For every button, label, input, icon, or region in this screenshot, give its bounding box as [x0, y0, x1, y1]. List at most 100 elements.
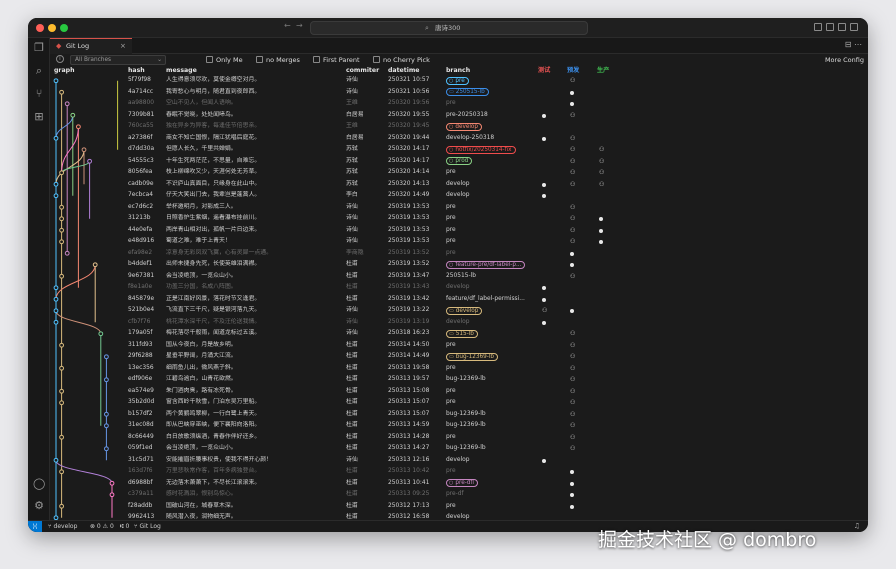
first-parent-checkbox[interactable]: First Parent [313, 55, 360, 65]
graph-commit-node[interactable] [104, 446, 109, 452]
graph-commit-node[interactable] [53, 308, 59, 314]
table-row[interactable]: 44e0efa 两岸青山相对出，孤帆一片日边来。 诗仙 250319 13:53 pre… [50, 225, 868, 237]
table-row[interactable]: 059f1ed 会当凌绝顶，一览众山小。 杜甫 250313 14:27 bug-123… [50, 443, 868, 455]
table-row[interactable]: aa98800 空山不见人，但闻人语响。 王维 250320 19:56 pre [50, 98, 868, 110]
graph-commit-node[interactable] [109, 492, 115, 498]
table-row[interactable]: 54555c3 十年生死两茫茫，不思量，自难忘。 苏轼 250320 14:17 ○ pr… [50, 156, 868, 168]
source-control-icon[interactable]: ⑂ [33, 88, 45, 100]
graph-commit-node[interactable] [76, 124, 81, 130]
command-center-search[interactable]: ⌕ 唐诗300 [310, 21, 588, 35]
toggle-panel-icon[interactable] [838, 23, 846, 31]
commit-branch[interactable]: ▭ 515-lb [446, 328, 478, 340]
table-row[interactable]: f8e1a0e 功盖三分国，名成八阵图。 杜甫 250319 13:43 develop [50, 282, 868, 294]
close-tab-icon[interactable]: × [120, 39, 126, 54]
tab-git-log[interactable]: ◆ Git Log × [50, 38, 132, 54]
graph-commit-node[interactable] [104, 411, 109, 417]
extensions-icon[interactable]: ⊞ [33, 111, 45, 123]
minimize-window-button[interactable] [48, 24, 56, 32]
commit-branch[interactable]: ▭ 250515-lb [446, 87, 489, 99]
table-row[interactable]: 8c66449 白日放歌须纵酒，青春作伴好还乡。 杜甫 250313 14:28 pre… [50, 432, 868, 444]
graph-commit-node[interactable] [59, 469, 65, 475]
graph-commit-node[interactable] [59, 388, 65, 394]
status-git-log[interactable]: ⑂ Git Log [134, 521, 161, 532]
graph-commit-node[interactable] [53, 193, 59, 199]
graph-commit-node[interactable] [104, 354, 109, 360]
commit-branch[interactable]: ○ pre [446, 75, 469, 87]
commit-branch[interactable]: ○ develop [446, 121, 483, 133]
table-row[interactable]: 5f79f98 人生得意须尽欢，莫使金樽空对月。 诗仙 250321 10:57 ○ pr… [50, 75, 868, 87]
table-row[interactable]: 9962413 随风潜入夜，润物细无声。 杜甫 250312 16:58 develop [50, 512, 868, 520]
graph-commit-node[interactable] [64, 250, 70, 256]
table-row[interactable]: 845879e 正是江南好风景，落花时节又逢君。 杜甫 250319 13:42 fea… [50, 294, 868, 306]
no-merges-checkbox[interactable]: no Merges [256, 55, 300, 65]
table-row[interactable]: 7ecbca4 仔天大笑出门去，我辈岂是蓬蒿人。 李白 250320 14:49 dev… [50, 190, 868, 202]
table-row[interactable]: 9e67381 会当凌绝顶，一览众山小。 杜甫 250319 13:47 250515-… [50, 271, 868, 283]
graph-commit-node[interactable] [87, 158, 92, 164]
graph-commit-node[interactable] [59, 434, 65, 440]
table-row[interactable]: b157df2 两个黄鹂鸣翠柳，一行白鹭上青天。 杜甫 250313 15:07 bug… [50, 409, 868, 421]
back-arrow-icon[interactable]: ← [284, 21, 291, 30]
table-row[interactable]: 8056fea 枝上柳绵吹又少，天涯何处无芳草。 苏轼 250320 14:14 pre… [50, 167, 868, 179]
graph-commit-node[interactable] [59, 503, 65, 509]
table-row[interactable]: 29f6288 星垂平野阔，月涌大江流。 杜甫 250314 14:49 ▭ bug-12… [50, 351, 868, 363]
table-row[interactable]: d7dd30a 但愿人长久，千里共婵娟。 苏轼 250320 14:17 ○ hotfix… [50, 144, 868, 156]
graph-commit-node[interactable] [53, 135, 59, 141]
commit-branch[interactable]: ▭ develop [446, 305, 483, 317]
table-row[interactable]: cadb09e 不识庐山真面目，只缘身在此山中。 苏轼 250320 14:13 dev… [50, 179, 868, 191]
graph-commit-node[interactable] [104, 377, 109, 383]
more-config-button[interactable]: More Config [825, 55, 864, 65]
graph-commit-node[interactable] [59, 216, 65, 222]
table-row[interactable]: 31c5d71 安能摧眉折腰事权贵，使我不得开心颜！ 诗仙 250313 12:16 d… [50, 455, 868, 467]
graph-commit-node[interactable] [59, 342, 65, 348]
graph-commit-node[interactable] [59, 239, 65, 245]
toggle-sidebar-icon[interactable] [826, 23, 834, 31]
copilot-icon[interactable] [814, 23, 822, 31]
table-row[interactable]: cfb7f76 桃花潭水深千尺，不及汪伦送我情。 诗仙 250319 13:19 dev… [50, 317, 868, 329]
table-row[interactable]: efa98e2 凉意身无彩凤双飞翼，心有灵犀一点通。 李商隐 250319 13:52… [50, 248, 868, 260]
graph-commit-node[interactable] [59, 227, 65, 233]
table-row[interactable]: 163d7f6 万里悲秋常作客，百年多病独登台。 杜甫 250313 10:42 pre [50, 466, 868, 478]
status-problems[interactable]: ⊗ 0 ⚠ 0 [90, 521, 114, 532]
graph-commit-node[interactable] [53, 296, 59, 302]
branch-select[interactable]: All Branches ⌄ [70, 55, 166, 65]
graph-commit-node[interactable] [59, 273, 65, 279]
graph-commit-node[interactable] [53, 181, 59, 187]
table-row[interactable]: c379a11 感时花溅泪，恨别鸟惊心。 杜甫 250313 09:25 pre-df [50, 489, 868, 501]
table-row[interactable]: f28addb 国破山河在，城春草木深。 杜甫 250312 17:13 pre [50, 501, 868, 513]
table-row[interactable]: edf906e 江碧鸟逾白，山青花欲燃。 杜甫 250313 19:57 bug-123… [50, 374, 868, 386]
table-row[interactable]: 35b2d0d 窗含西岭千秋雪，门泊东吴万里船。 杜甫 250313 15:07 pre… [50, 397, 868, 409]
table-row[interactable]: ec7d6c2 举杯邀明月，对影成三人。 诗仙 250319 13:53 pre ⚇ [50, 202, 868, 214]
remote-indicator-icon[interactable]: ⟩⟨ [28, 521, 42, 532]
table-row[interactable]: 4a714cc 我寄愁心与明月，随君直到夜郎西。 诗仙 250321 10:56 ▭ 25… [50, 87, 868, 99]
table-row[interactable]: 7309b81 春眠不觉晓，处处闻啼鸟。 白居易 250320 19:55 pre-20… [50, 110, 868, 122]
commit-branch[interactable]: ○ prod [446, 156, 473, 168]
graph-commit-node[interactable] [59, 89, 65, 95]
table-row[interactable]: e48d916 蜀道之难，难于上青天！ 诗仙 250319 13:53 pre ⚇ [50, 236, 868, 248]
table-row[interactable]: a27386f 商女不知亡国恨，隔江犹唱后庭花。 白居易 250320 19:44 de… [50, 133, 868, 145]
graph-commit-node[interactable] [70, 112, 76, 118]
notifications-bell-icon[interactable]: ♫ [854, 521, 860, 532]
search-icon[interactable]: ⌕ [33, 65, 45, 77]
graph-commit-node[interactable] [81, 147, 87, 153]
status-ports[interactable]: ⑆ 0 [120, 521, 129, 532]
commit-branch[interactable]: ○ hotfix/20250314-fix [446, 144, 516, 156]
commit-branch[interactable]: ○ feature-pre/df-label-p... [446, 259, 526, 271]
graph-commit-node[interactable] [59, 204, 65, 210]
status-branch[interactable]: ⑂ develop [48, 521, 77, 532]
graph-commit-node[interactable] [53, 457, 59, 463]
table-row[interactable]: 521b0e4 飞流直下三千尺，疑是银河落九天。 诗仙 250319 13:22 ▭ de… [50, 305, 868, 317]
graph-commit-node[interactable] [64, 101, 70, 107]
customize-layout-icon[interactable] [850, 23, 858, 31]
close-window-button[interactable] [36, 24, 44, 32]
table-row[interactable]: 31ec08d 即从巴峡穿巫峡，便下襄阳向洛阳。 杜甫 250313 14:59 bug… [50, 420, 868, 432]
graph-commit-node[interactable] [53, 319, 59, 325]
forward-arrow-icon[interactable]: → [296, 21, 303, 30]
editor-actions-icon[interactable]: ⊟ ⋯ [845, 40, 862, 49]
no-cherry-pick-checkbox[interactable]: no Cherry Pick [373, 55, 430, 65]
maximize-window-button[interactable] [60, 24, 68, 32]
graph-commit-node[interactable] [109, 480, 115, 486]
table-row[interactable]: 13ec356 细雨鱼儿出，微风燕子斜。 杜甫 250313 19:58 pre ⚇ [50, 363, 868, 375]
graph-commit-node[interactable] [59, 170, 65, 176]
account-icon[interactable]: ◯ [33, 478, 45, 490]
only-me-checkbox[interactable]: Only Me [206, 55, 243, 65]
